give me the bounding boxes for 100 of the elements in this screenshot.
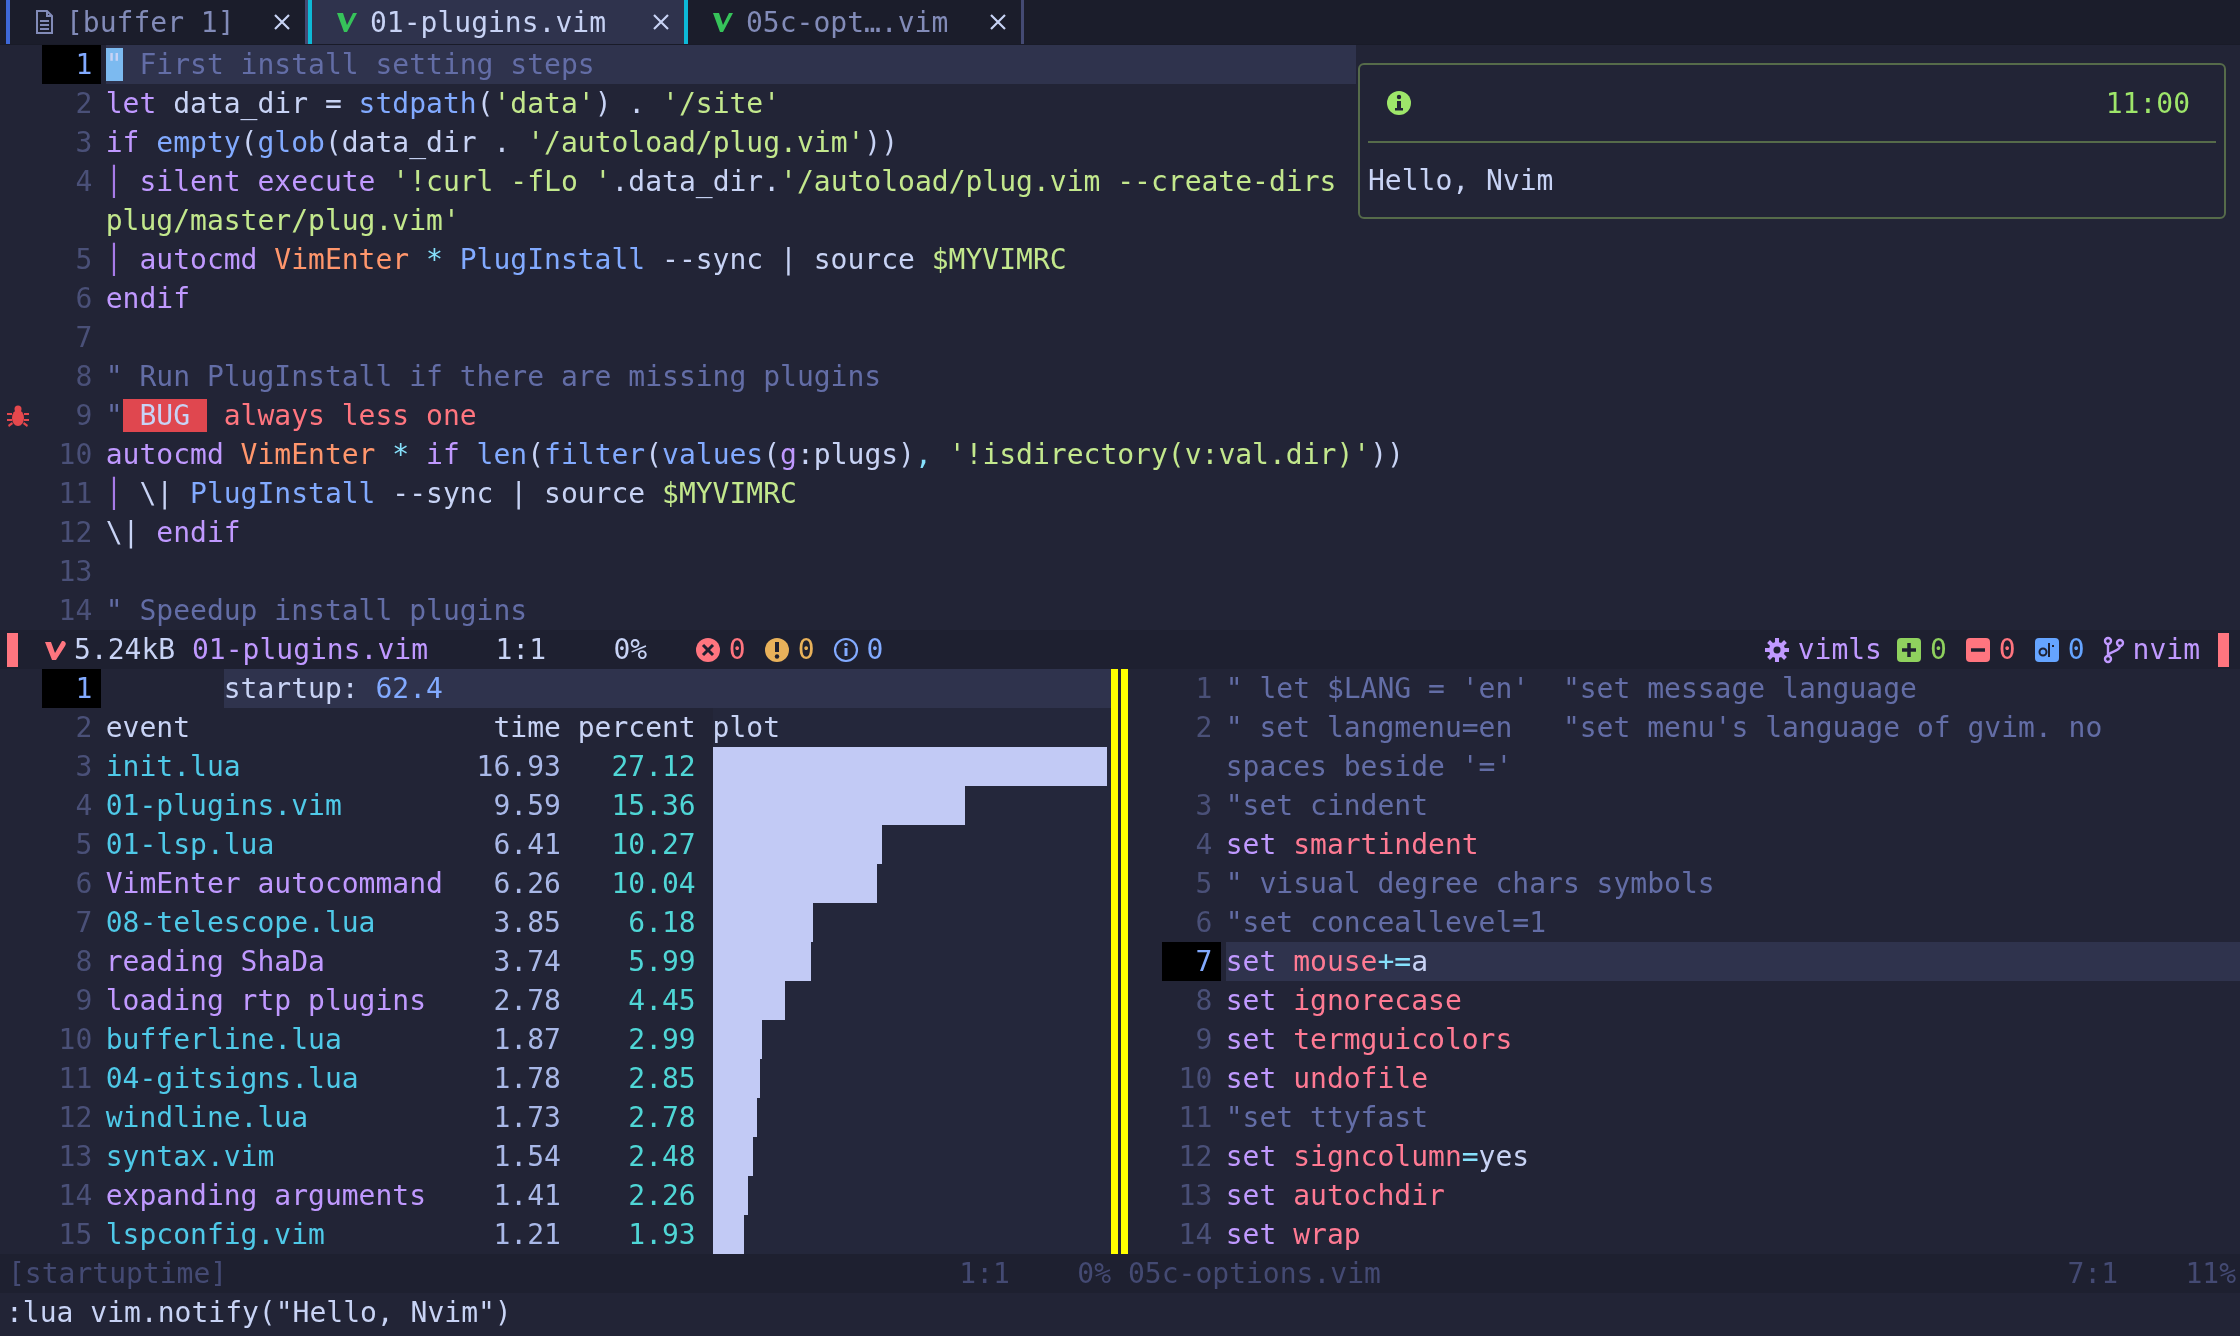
line-number: 14 <box>57 593 94 629</box>
startup-summary: startup: 62.4 <box>223 669 1111 708</box>
event-name: expanding arguments <box>105 1178 428 1214</box>
event-name: bufferline.lua <box>105 1022 343 1058</box>
percent-value: 2.99 <box>627 1022 696 1058</box>
logo-icon <box>712 11 734 33</box>
code-line: let data_dir = stdpath('data') . '/site' <box>105 86 782 122</box>
event-name: loading rtp plugins <box>105 983 428 1019</box>
time-value: 6.41 <box>492 827 561 863</box>
close-icon[interactable] <box>652 13 670 31</box>
code-line: │ \| PlugInstall --sync | source $MYVIMRC <box>105 475 798 512</box>
line-number: 12 <box>1177 1139 1214 1175</box>
line-number: 6 <box>74 281 94 317</box>
line-number: 9 <box>74 398 94 434</box>
tab[interactable]: 01-plugins.vim <box>308 0 688 44</box>
line-number: 6 <box>74 866 94 902</box>
time-value: 3.74 <box>492 944 561 980</box>
line-number: 6 <box>1194 905 1214 941</box>
percent-value: 4.45 <box>627 983 696 1019</box>
code-line: plug/master/plug.vim' <box>105 203 461 239</box>
line-number: 13 <box>57 1139 94 1175</box>
code-line: spaces beside '=' <box>1225 749 1514 785</box>
code-line: " set langmenu=en "set menu's language of gvim. no <box>1225 710 2104 746</box>
percent-value: 6.18 <box>627 905 696 941</box>
code-line: set undofile <box>1225 1061 1430 1097</box>
code-line: endif <box>105 281 192 317</box>
mode-indicator <box>2218 632 2229 667</box>
git-count: 0 <box>2067 633 2085 666</box>
close-icon[interactable] <box>273 13 291 31</box>
code-line: set autochdir <box>1225 1178 1446 1214</box>
line-number: 1 <box>41 669 101 708</box>
file-name: 05c-options.vim <box>1128 1256 1382 1292</box>
code-line: " visual degree chars symbols <box>1225 866 1716 902</box>
line-number: 3 <box>1194 788 1214 824</box>
column-header: event <box>105 710 192 746</box>
time-value: 1.54 <box>492 1139 561 1175</box>
line-number: 4 <box>1194 827 1214 863</box>
code-line: "set conceallevel=1 <box>1225 905 1548 941</box>
code-line: "set ttyfast <box>1225 1100 1430 1136</box>
code-line: " let $LANG = 'en' "set message language <box>1225 671 1918 707</box>
line-number: 12 <box>57 515 94 551</box>
line-number: 11 <box>57 1061 94 1097</box>
time-value: 9.59 <box>492 788 561 824</box>
tab-label: 05c-opt….vim <box>746 5 950 39</box>
info-icon <box>1386 90 1412 116</box>
line-number: 11 <box>1177 1100 1214 1136</box>
event-name: reading ShaDa <box>105 944 326 980</box>
percent-value: 5.99 <box>627 944 696 980</box>
line-number: 2 <box>74 710 94 746</box>
code-line: " BUG always less one <box>105 398 478 434</box>
line-number: 5 <box>74 827 94 863</box>
time-value: 1.41 <box>492 1178 561 1214</box>
line-number: 3 <box>74 125 94 161</box>
code-line: set ignorecase <box>1225 983 1463 1019</box>
time-value: 16.93 <box>476 749 561 785</box>
line-number: 14 <box>1177 1217 1214 1253</box>
code-line: \| endif <box>105 515 242 551</box>
code-line: set wrap <box>1225 1217 1362 1253</box>
column-header: percent <box>577 710 696 746</box>
notification-message: Hello, Nvim <box>1368 163 1555 199</box>
event-name: windline.lua <box>105 1100 310 1136</box>
command-line[interactable]: :lua vim.notify("Hello, Nvim") <box>0 1293 2240 1332</box>
line-number: 2 <box>1194 710 1214 746</box>
line-number: 7 <box>1161 942 1221 981</box>
mode-indicator <box>7 632 18 667</box>
warning-icon <box>763 636 790 663</box>
code-line: "set cindent <box>1225 788 1430 824</box>
line-number: 4 <box>74 164 94 200</box>
code-line: │ silent execute '!curl -fLo '.data_dir.'/autoload/plug.vim --create-dirs <box>105 163 1338 200</box>
percent-value: 10.04 <box>610 866 696 902</box>
time-value: 1.21 <box>492 1217 561 1253</box>
minus-icon <box>1964 636 1991 663</box>
event-name: init.lua <box>105 749 242 785</box>
line-number: 1 <box>41 45 101 84</box>
line-number: 3 <box>74 749 94 785</box>
line-number: 7 <box>74 905 94 941</box>
close-icon[interactable] <box>989 13 1007 31</box>
line-number: 5 <box>1194 866 1214 902</box>
cursor-position: 1:1 <box>495 633 546 666</box>
line-number: 1 <box>1194 671 1214 707</box>
line-number: 11 <box>57 476 94 512</box>
percent-value: 2.85 <box>627 1061 696 1097</box>
notification-time: 11:00 <box>2105 86 2190 120</box>
percent-value: 2.48 <box>627 1139 696 1175</box>
file-icon <box>34 10 54 34</box>
error-icon <box>694 636 721 663</box>
time-value: 6.26 <box>492 866 561 902</box>
event-name: 01-lsp.lua <box>105 827 276 863</box>
git-icon <box>2033 636 2060 663</box>
time-value: 3.85 <box>492 905 561 941</box>
column-header: time <box>492 710 561 746</box>
event-name: 08-telescope.lua <box>105 905 377 941</box>
line-number: 9 <box>74 983 94 1019</box>
settings-icon <box>1763 636 1790 663</box>
line-number: 13 <box>1177 1178 1214 1214</box>
percent-value: 15.36 <box>610 788 696 824</box>
file-size: 5.24kB <box>74 633 176 666</box>
code-line: set signcolumn=yes <box>1225 1139 1531 1175</box>
percent-value: 2.78 <box>627 1100 696 1136</box>
time-value: 1.78 <box>492 1061 561 1097</box>
